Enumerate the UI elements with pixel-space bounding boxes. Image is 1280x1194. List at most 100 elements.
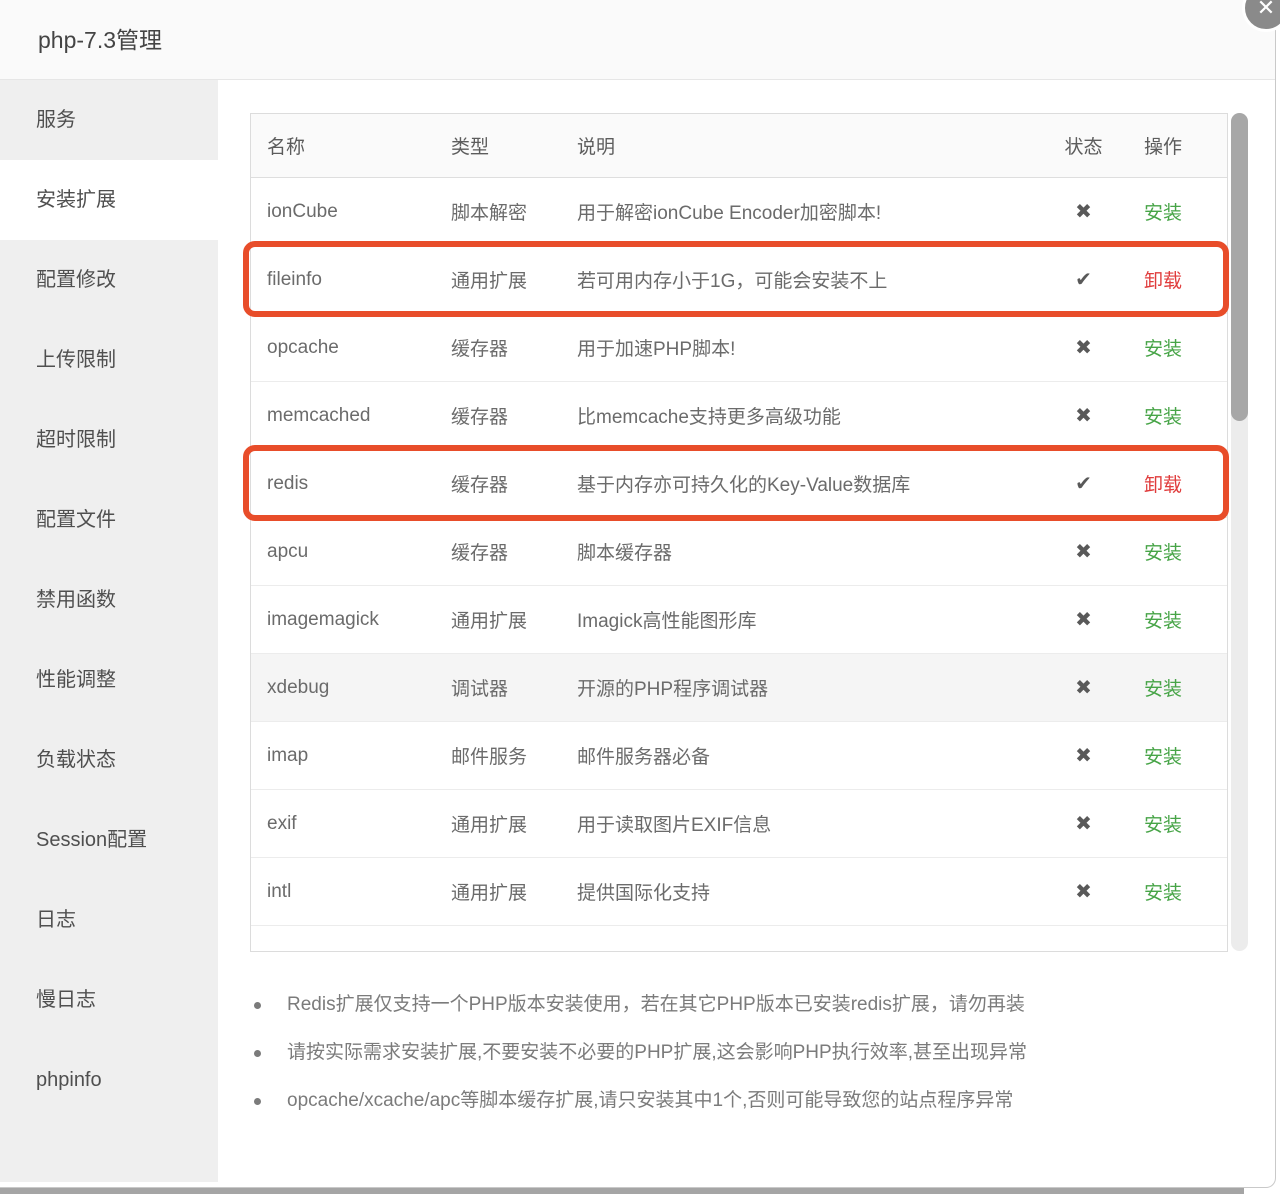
php-manage-dialog: php-7.3管理 服务安装扩展配置修改上传限制超时限制配置文件禁用函数性能调整…	[0, 0, 1276, 1188]
cell-name: ionCube	[251, 201, 451, 223]
install-link-ionCube[interactable]: 安装	[1144, 203, 1182, 224]
cell-name: exif	[251, 813, 451, 835]
sidebar-item-phpinfo[interactable]: phpinfo	[0, 1040, 218, 1120]
cell-desc: 用于解密ionCube Encoder加密脚本!	[577, 198, 1041, 225]
bullet-icon	[254, 1050, 261, 1057]
uninstall-link-redis[interactable]: 卸载	[1144, 475, 1182, 496]
note-item: Redis扩展仅支持一个PHP版本安装使用，若在其它PHP版本已安装redis扩…	[252, 990, 1252, 1020]
table-row-opcache: opcache缓存器用于加速PHP脚本!✖安装	[251, 314, 1227, 382]
installed-check-icon: ✔	[1041, 471, 1126, 496]
not-installed-x-icon: ✖	[1041, 607, 1126, 632]
install-link-opcache[interactable]: 安装	[1144, 339, 1182, 360]
cell-name: fileinfo	[251, 269, 451, 291]
install-link-exif[interactable]: 安装	[1144, 815, 1182, 836]
scrollbar-thumb[interactable]	[1231, 113, 1248, 421]
sidebar-item-日志[interactable]: 日志	[0, 880, 218, 960]
install-link-xdebug[interactable]: 安装	[1144, 679, 1182, 700]
header-status: 状态	[1041, 132, 1126, 159]
cell-type: 邮件服务	[451, 742, 577, 769]
table-header-row: 名称 类型 说明 状态 操作	[251, 114, 1227, 178]
not-installed-x-icon: ✖	[1041, 403, 1126, 428]
cell-type: 调试器	[451, 674, 577, 701]
note-text: Redis扩展仅支持一个PHP版本安装使用，若在其它PHP版本已安装redis扩…	[287, 990, 1025, 1020]
cell-name: redis	[251, 473, 451, 495]
table-row-exif: exif通用扩展用于读取图片EXIF信息✖ 安装	[251, 790, 1227, 858]
cell-name: intl	[251, 881, 451, 903]
cell-action: 安装	[1126, 198, 1227, 225]
cell-desc: 用于读取图片EXIF信息	[577, 810, 1041, 837]
extensions-table: 名称 类型 说明 状态 操作 ionCube脚本解密用于解密ionCube En…	[250, 113, 1228, 952]
cell-desc: 若可用内存小于1G，可能会安装不上	[577, 266, 1041, 293]
not-installed-x-icon: ✖	[1041, 675, 1126, 700]
header-type: 类型	[451, 132, 577, 159]
cell-type: 缓存器	[451, 402, 577, 429]
table-row-intl: intl通用扩展提供国际化支持✖ 安装	[251, 858, 1227, 926]
sidebar-item-安装扩展[interactable]: 安装扩展	[0, 160, 218, 240]
install-link-imagemagick[interactable]: 安装	[1144, 611, 1182, 632]
note-text: opcache/xcache/apc等脚本缓存扩展,请只安装其中1个,否则可能导…	[287, 1086, 1013, 1116]
sidebar-item-性能调整[interactable]: 性能调整	[0, 640, 218, 720]
cell-name: calendar	[251, 949, 451, 953]
cell-action: 安装	[1126, 810, 1227, 837]
table-row-apcu: apcu缓存器脚本缓存器✖安装	[251, 518, 1227, 586]
cell-type: 通用扩展	[451, 606, 577, 633]
install-link-memcached[interactable]: 安装	[1144, 407, 1182, 428]
bullet-icon	[254, 1002, 261, 1009]
cell-type: 脚本解密	[451, 198, 577, 225]
cell-name: imagemagick	[251, 609, 451, 631]
install-link-intl[interactable]: 安装	[1144, 883, 1182, 904]
sidebar-item-慢日志[interactable]: 慢日志	[0, 960, 218, 1040]
page-edge-strip	[0, 1188, 1244, 1194]
install-link-apcu[interactable]: 安装	[1144, 543, 1182, 564]
sidebar-item-Session配置[interactable]: Session配置	[0, 800, 218, 880]
cell-name: imap	[251, 745, 451, 767]
header-desc: 说明	[577, 132, 1041, 159]
cell-action: 安装	[1126, 878, 1227, 905]
sidebar-item-服务[interactable]: 服务	[0, 80, 218, 160]
cell-desc: 用于加速PHP脚本!	[577, 334, 1041, 361]
sidebar-item-超时限制[interactable]: 超时限制	[0, 400, 218, 480]
cell-desc: 日历扩展	[577, 946, 1041, 952]
cell-action: 安装	[1126, 538, 1227, 565]
dialog-titlebar: php-7.3管理	[0, 0, 1275, 80]
cell-desc: 比memcache支持更多高级功能	[577, 402, 1041, 429]
cell-type: 缓存器	[451, 538, 577, 565]
header-name: 名称	[251, 132, 451, 159]
table-row-ionCube: ionCube脚本解密用于解密ionCube Encoder加密脚本!✖安装	[251, 178, 1227, 246]
sidebar-item-负载状态[interactable]: 负载状态	[0, 720, 218, 800]
table-row-calendar: calendar通用扩展日历扩展✖安装	[251, 926, 1227, 952]
table-body: ionCube脚本解密用于解密ionCube Encoder加密脚本!✖安装fi…	[251, 178, 1227, 952]
cell-desc: 提供国际化支持	[577, 878, 1041, 905]
not-installed-x-icon: ✖	[1041, 335, 1126, 360]
cell-type: 通用扩展	[451, 810, 577, 837]
cell-action: 安装	[1126, 946, 1227, 952]
table-row-memcached: memcached缓存器比memcache支持更多高级功能✖ 安装	[251, 382, 1227, 450]
not-installed-x-icon: ✖	[1041, 539, 1126, 564]
sidebar-item-配置文件[interactable]: 配置文件	[0, 480, 218, 560]
note-item: 请按实际需求安装扩展,不要安装不必要的PHP扩展,这会影响PHP执行效率,甚至出…	[252, 1038, 1252, 1068]
installed-check-icon: ✔	[1041, 267, 1126, 292]
table-row-fileinfo: fileinfo通用扩展若可用内存小于1G，可能会安装不上✔ 卸载	[251, 246, 1227, 314]
cell-type: 通用扩展	[451, 266, 577, 293]
sidebar-item-禁用函数[interactable]: 禁用函数	[0, 560, 218, 640]
install-link-imap[interactable]: 安装	[1144, 747, 1182, 768]
cell-action: 卸载	[1126, 266, 1227, 293]
cell-action: 安装	[1126, 674, 1227, 701]
not-installed-x-icon: ✖	[1041, 811, 1126, 836]
dialog-title: php-7.3管理	[38, 0, 162, 80]
cell-desc: 脚本缓存器	[577, 538, 1041, 565]
cell-type: 通用扩展	[451, 946, 577, 952]
cell-action: 安装	[1126, 334, 1227, 361]
sidebar-item-上传限制[interactable]: 上传限制	[0, 320, 218, 400]
install-link-calendar[interactable]: 安装	[1144, 951, 1182, 952]
not-installed-x-icon: ✖	[1041, 879, 1126, 904]
cell-desc: 开源的PHP程序调试器	[577, 674, 1041, 701]
cell-type: 通用扩展	[451, 878, 577, 905]
sidebar: 服务安装扩展配置修改上传限制超时限制配置文件禁用函数性能调整负载状态Sessio…	[0, 80, 218, 1182]
cell-name: memcached	[251, 405, 451, 427]
notes-list: Redis扩展仅支持一个PHP版本安装使用，若在其它PHP版本已安装redis扩…	[252, 990, 1252, 1134]
sidebar-item-配置修改[interactable]: 配置修改	[0, 240, 218, 320]
table-row-imap: imap邮件服务邮件服务器必备✖安装	[251, 722, 1227, 790]
uninstall-link-fileinfo[interactable]: 卸载	[1144, 271, 1182, 292]
not-installed-x-icon: ✖	[1041, 743, 1126, 768]
